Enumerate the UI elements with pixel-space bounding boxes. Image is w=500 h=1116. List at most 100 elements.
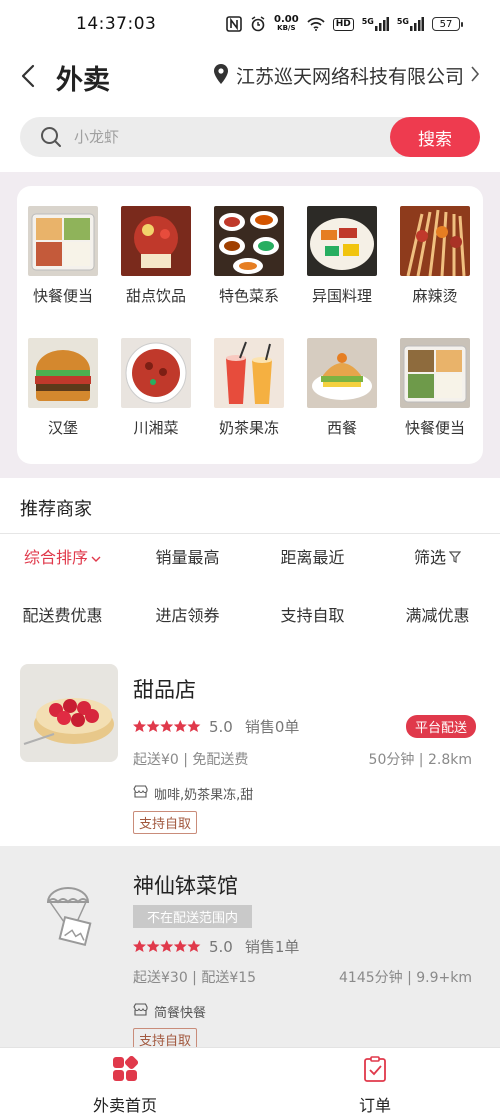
- platform-delivery-badge: 平台配送: [405, 715, 476, 738]
- sort-sales-label: 销量最高: [155, 548, 220, 567]
- funnel-icon: [448, 538, 462, 578]
- search-button[interactable]: 搜索: [390, 117, 480, 157]
- promo-full-reduction[interactable]: 满减优惠: [375, 596, 500, 636]
- status-time: 14:37:03: [76, 14, 157, 34]
- malatang-photo-icon: [400, 206, 470, 276]
- bento-photo-icon: [400, 338, 470, 408]
- nfc-icon: [226, 16, 242, 32]
- sales-count: 销售0单: [244, 718, 300, 736]
- location-label: 江苏巡天网络科技有限公司: [235, 66, 464, 88]
- category-label: 异国料理: [311, 287, 372, 305]
- sort-distance-label: 距离最近: [280, 548, 345, 567]
- location-selector[interactable]: 江苏巡天网络科技有限公司: [212, 62, 480, 89]
- category-sichuan[interactable]: 川湘菜: [111, 338, 201, 438]
- network-speed: 0.00 KB/S: [274, 15, 299, 33]
- store-name: 神仙钵菜馆: [133, 874, 238, 898]
- search-input[interactable]: [74, 128, 374, 146]
- chevron-down-icon: [91, 538, 101, 578]
- store-card[interactable]: 神仙钵菜馆 不在配送范围内 5.0 销售1单 起送¥30 | 配送¥15 414…: [0, 846, 500, 1051]
- chevron-right-icon: [470, 65, 480, 87]
- divider: [0, 533, 500, 534]
- page-title: 外卖: [56, 65, 110, 96]
- rating-stars: [133, 940, 201, 953]
- store-thumbnail: [20, 664, 118, 762]
- sichuan-dish-photo-icon: [121, 338, 191, 408]
- store-tags-row: 咖啡,奶茶果冻,甜: [133, 784, 253, 803]
- burger-photo-icon: [28, 338, 98, 408]
- category-western[interactable]: 西餐: [297, 338, 387, 438]
- store-tags: 简餐快餐: [154, 1006, 207, 1021]
- signal-icon-1: 5G: [362, 17, 389, 31]
- location-pin-icon: [212, 63, 230, 89]
- category-bento[interactable]: 快餐便当: [390, 338, 480, 438]
- signal-1-label: 5G: [361, 17, 374, 26]
- store-tags: 咖啡,奶茶果冻,甜: [154, 788, 254, 803]
- category-milk-tea[interactable]: 奶茶果冻: [204, 338, 294, 438]
- sort-comprehensive[interactable]: 综合排序: [0, 538, 125, 578]
- sort-filter-row: 综合排序 销量最高 距离最近 筛选: [0, 538, 500, 578]
- category-label: 快餐便当: [404, 419, 465, 437]
- category-bento[interactable]: 快餐便当: [18, 206, 108, 306]
- search-icon: [40, 126, 62, 148]
- store-icon: [133, 785, 148, 802]
- category-label: 麻辣烫: [412, 287, 458, 305]
- order-clipboard-icon: [363, 1056, 387, 1086]
- hd-icon: HD: [332, 17, 354, 31]
- status-icons: 0.00 KB/S HD 5G 5G 57: [226, 15, 463, 33]
- out-of-range-badge: 不在配送范围内: [133, 905, 253, 928]
- category-specialty[interactable]: 特色菜系: [204, 206, 294, 306]
- promo-store-coupon[interactable]: 进店领券: [125, 596, 250, 636]
- home-grid-icon: [112, 1055, 139, 1086]
- specialty-dishes-photo-icon: [214, 206, 284, 276]
- promo-filter-row: 配送费优惠 进店领券 支持自取 满减优惠: [0, 596, 500, 636]
- alarm-icon: [250, 16, 266, 32]
- rating-row: 5.0 销售1单: [133, 936, 299, 957]
- placeholder-parachute-icon: [20, 862, 118, 960]
- nav-orders[interactable]: 订单: [250, 1048, 500, 1116]
- store-tags-row: 简餐快餐: [133, 1002, 206, 1021]
- category-foreign[interactable]: 异国料理: [297, 206, 387, 306]
- sort-sales[interactable]: 销量最高: [125, 538, 250, 578]
- recommended-title: 推荐商家: [20, 499, 92, 520]
- category-malatang[interactable]: 麻辣烫: [390, 206, 480, 306]
- time-distance: 50分钟 | 2.8km: [368, 752, 472, 768]
- promo-self-pickup[interactable]: 支持自取: [250, 596, 375, 636]
- sales-count: 销售1单: [244, 938, 300, 956]
- filter-label: 筛选: [413, 548, 446, 567]
- delivery-info: 起送¥0 | 免配送费: [133, 752, 249, 768]
- search-bar: 搜索: [20, 117, 480, 157]
- bottom-nav: 外卖首页 订单: [0, 1047, 500, 1116]
- rating-score: 5.0: [209, 717, 233, 736]
- foreign-cuisine-photo-icon: [307, 206, 377, 276]
- bento-photo-icon: [28, 206, 98, 276]
- network-speed-value: 0.00: [274, 14, 299, 25]
- battery-level: 57: [439, 18, 453, 30]
- category-label: 西餐: [326, 419, 357, 437]
- header: 外卖 江苏巡天网络科技有限公司: [0, 48, 500, 104]
- delivery-info-row: 起送¥0 | 免配送费 50分钟 | 2.8km: [133, 749, 472, 769]
- time-distance: 4145分钟 | 9.9+km: [339, 970, 472, 986]
- back-arrow-icon[interactable]: [18, 63, 40, 89]
- category-burger[interactable]: 汉堡: [18, 338, 108, 438]
- store-card[interactable]: 甜品店 5.0 销售0单 平台配送 起送¥0 | 免配送费 50分钟 | 2.8…: [0, 648, 500, 846]
- sort-comprehensive-label: 综合排序: [23, 548, 88, 567]
- promo-delivery-discount[interactable]: 配送费优惠: [0, 596, 125, 636]
- delivery-info-row: 起送¥30 | 配送¥15 4145分钟 | 9.9+km: [133, 967, 472, 987]
- western-food-photo-icon: [307, 338, 377, 408]
- nav-orders-label: 订单: [358, 1096, 391, 1115]
- sort-distance[interactable]: 距离最近: [250, 538, 375, 578]
- category-label: 甜点饮品: [125, 287, 186, 305]
- category-section: 快餐便当 甜点饮品 特色菜系 异国料理 麻辣烫 汉堡 川湘菜 奶茶果冻 西餐 快…: [0, 172, 500, 478]
- category-dessert[interactable]: 甜点饮品: [111, 206, 201, 306]
- signal-icon-2: 5G: [397, 17, 424, 31]
- rating-score: 5.0: [209, 937, 233, 956]
- filter-button[interactable]: 筛选: [375, 538, 500, 578]
- store-icon: [133, 1003, 148, 1020]
- delivery-info: 起送¥30 | 配送¥15: [133, 970, 257, 986]
- nav-home[interactable]: 外卖首页: [0, 1048, 250, 1116]
- signal-2-label: 5G: [396, 17, 409, 26]
- category-label: 汉堡: [47, 419, 78, 437]
- category-label: 川湘菜: [133, 419, 179, 437]
- milk-tea-photo-icon: [214, 338, 284, 408]
- rating-row: 5.0 销售0单: [133, 716, 299, 737]
